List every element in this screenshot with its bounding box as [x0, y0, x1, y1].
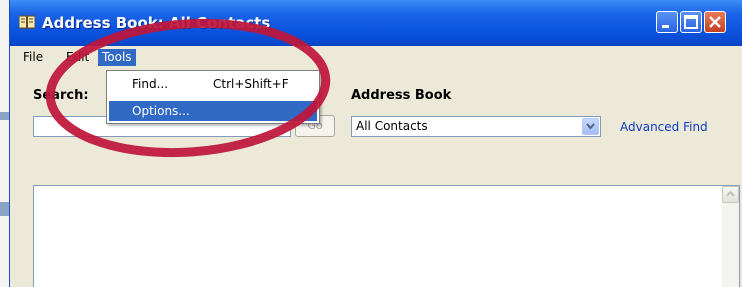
title-bar[interactable]: Address Book: All Contacts	[10, 0, 742, 46]
chevron-up-icon	[726, 190, 735, 197]
menu-item-options-label: Options...	[132, 104, 190, 118]
maximize-icon	[684, 15, 698, 29]
menu-bar: File Edit Tools	[10, 46, 742, 68]
contacts-list[interactable]	[33, 185, 740, 287]
menu-file[interactable]: File	[19, 49, 47, 66]
background-window-edge	[0, 112, 9, 120]
advanced-find-link[interactable]: Advanced Find	[620, 120, 708, 134]
maximize-button[interactable]	[680, 11, 702, 33]
tools-menu-dropdown: Find... Ctrl+Shift+F Options...	[106, 70, 320, 124]
background-desktop-strip	[0, 0, 9, 287]
menu-item-find-label: Find...	[132, 77, 169, 91]
minimize-icon	[662, 25, 669, 28]
dropdown-button[interactable]	[582, 118, 599, 135]
address-book-selected: All Contacts	[356, 119, 428, 133]
address-book-select[interactable]: All Contacts	[351, 116, 601, 137]
chevron-down-icon	[586, 123, 595, 130]
close-button[interactable]	[704, 11, 726, 33]
address-book-icon	[19, 15, 35, 29]
address-book-label: Address Book	[351, 88, 452, 103]
window-title: Address Book: All Contacts	[42, 14, 271, 32]
vertical-scrollbar[interactable]	[722, 186, 739, 287]
address-book-window: Address Book: All Contacts File Edit Too…	[9, 0, 742, 287]
menu-item-find[interactable]: Find... Ctrl+Shift+F	[109, 74, 317, 94]
search-label: Search:	[33, 88, 89, 103]
scroll-up-button[interactable]	[722, 186, 739, 203]
menu-item-options[interactable]: Options...	[109, 101, 317, 121]
menu-tools[interactable]: Tools	[98, 49, 136, 66]
menu-item-find-shortcut: Ctrl+Shift+F	[213, 77, 289, 91]
background-window-edge	[0, 202, 9, 216]
menu-edit[interactable]: Edit	[62, 49, 93, 66]
minimize-button[interactable]	[656, 11, 678, 33]
close-icon	[709, 16, 721, 28]
